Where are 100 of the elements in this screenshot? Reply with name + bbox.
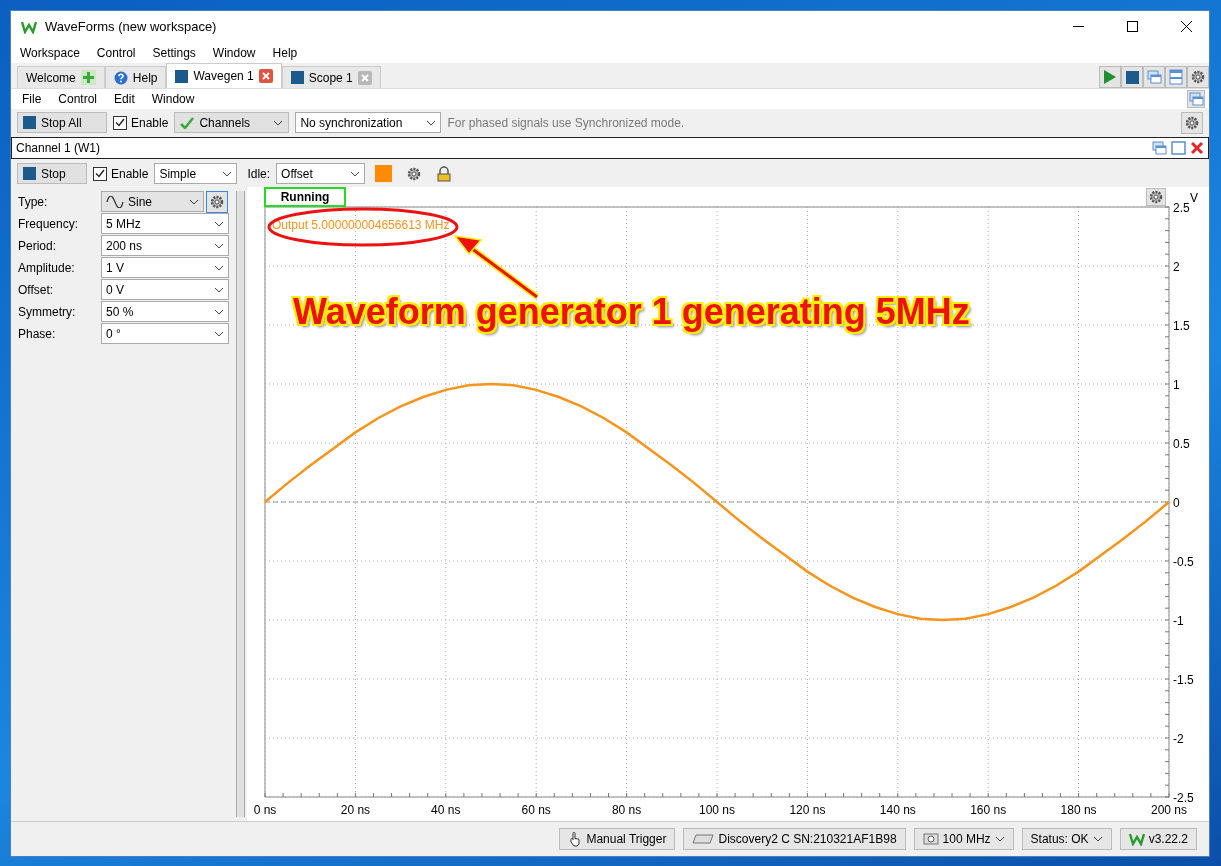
type-dropdown[interactable]: Sine (101, 191, 204, 212)
restore-icon[interactable] (1151, 140, 1167, 156)
logo-icon (1128, 832, 1145, 846)
enable-checkbox[interactable]: Enable (113, 115, 169, 130)
param-label: Amplitude: (18, 260, 76, 275)
caret-icon (214, 330, 224, 337)
value-dropdown[interactable]: 50 % (101, 301, 229, 322)
y-tick-label: -1 (1173, 614, 1184, 628)
value-dropdown[interactable]: 0 ° (101, 323, 229, 344)
play-button[interactable] (1099, 66, 1121, 88)
x-tick-label: 160 ns (970, 803, 1007, 817)
x-tick-label: 200 ns (1151, 803, 1187, 817)
idle-label: Idle: (247, 166, 271, 181)
x-tick-label: 60 ns (521, 803, 551, 817)
menu-item[interactable]: Window (151, 92, 195, 106)
sync-hint: For phased signals use Synchronized mode. (447, 115, 686, 130)
x-tick-label: 140 ns (879, 803, 916, 817)
menu-item[interactable]: Edit (114, 92, 135, 106)
idle-dropdown[interactable]: Offset (276, 163, 366, 184)
checkmark-icon (115, 118, 125, 127)
param-label: Symmetry: (18, 304, 77, 319)
tile-button[interactable] (1165, 66, 1187, 88)
settings-button[interactable] (1181, 111, 1203, 134)
y-axis-unit: V (1190, 191, 1198, 205)
value-dropdown[interactable]: 200 ns (101, 235, 229, 256)
tab[interactable]: Help (104, 66, 167, 88)
clock-icon (922, 832, 939, 846)
stop-button[interactable]: Stop (17, 163, 87, 184)
settings-button[interactable] (1187, 66, 1209, 88)
enable-checkbox[interactable]: Enable (93, 166, 149, 181)
caret-icon (214, 242, 224, 249)
caret-icon (214, 220, 224, 227)
status-button[interactable]: v3.22.2 (1119, 828, 1197, 850)
x-tick-label: 100 ns (699, 803, 735, 817)
sync-dropdown[interactable]: No synchronization (295, 112, 442, 133)
param-label: Period: (18, 238, 58, 253)
settings-button[interactable] (206, 190, 228, 213)
value-dropdown[interactable]: 5 MHz (101, 213, 229, 234)
status-button[interactable]: Discovery2 C SN:210321AF1B98 (683, 828, 906, 850)
caret-icon (994, 836, 1005, 842)
channel-title: Channel 1 (W1) (16, 141, 102, 155)
y-tick-label: 2.5 (1173, 201, 1190, 215)
square-icon (290, 71, 304, 84)
menu-item[interactable]: Workspace (20, 45, 80, 60)
cascade-button[interactable] (1143, 66, 1165, 88)
splitter[interactable] (236, 191, 245, 817)
caret-icon (273, 119, 284, 126)
caret-icon (426, 119, 437, 126)
settings-button[interactable] (1146, 188, 1166, 206)
menu-item[interactable]: Settings (152, 45, 196, 60)
y-tick-label: 0 (1173, 496, 1180, 510)
stop-button[interactable] (1121, 66, 1143, 88)
status-button[interactable]: 100 MHz (913, 828, 1014, 850)
menu-item[interactable]: File (22, 92, 42, 106)
run-status: Running (264, 187, 346, 207)
close-icon[interactable] (357, 70, 372, 85)
menu-item[interactable]: Window (212, 45, 256, 60)
x-tick-label: 20 ns (340, 803, 371, 817)
lock-icon[interactable] (436, 165, 453, 182)
channels-dropdown[interactable]: Channels (174, 112, 290, 133)
menu-item[interactable]: Help (272, 45, 298, 60)
close-icon[interactable] (1190, 141, 1204, 155)
param-label: Frequency: (18, 216, 80, 231)
checkmark-icon (180, 116, 195, 129)
stop-all-button[interactable]: Stop All (17, 112, 107, 133)
square-icon (1125, 70, 1139, 84)
param-label: Type: (18, 194, 49, 209)
tab[interactable]: Welcome (17, 66, 105, 88)
gear-icon (1148, 189, 1164, 205)
menu-item[interactable]: Control (96, 45, 136, 60)
y-tick-label: -2 (1173, 732, 1184, 746)
color-swatch[interactable] (375, 165, 393, 182)
checkmark-icon (95, 169, 105, 178)
close-icon[interactable] (258, 69, 273, 83)
y-tick-label: -0.5 (1173, 555, 1194, 569)
menu-item[interactable]: Control (58, 92, 98, 106)
value-dropdown[interactable]: 0 V (101, 279, 229, 300)
minimize-icon (1072, 25, 1084, 28)
window-button[interactable] (1187, 90, 1205, 108)
value-dropdown[interactable]: 1 V (101, 257, 229, 278)
hand-icon (568, 831, 583, 847)
tab[interactable]: Wavegen 1 (166, 63, 282, 88)
help-icon (113, 70, 128, 85)
y-tick-label: -2.5 (1173, 791, 1194, 805)
x-tick-label: 120 ns (789, 803, 826, 817)
tab[interactable]: Scope 1 (281, 66, 381, 88)
mode-dropdown[interactable]: Simple (154, 163, 238, 184)
caret-icon (350, 170, 361, 177)
maximize-icon[interactable] (1171, 141, 1186, 155)
split-window-icon (1169, 69, 1183, 85)
window-icon (1146, 69, 1162, 85)
status-button[interactable]: Status: OK (1021, 828, 1112, 850)
caret-icon (214, 264, 224, 271)
square-icon (23, 167, 36, 180)
square-icon (175, 69, 189, 83)
caret-icon (222, 170, 233, 177)
plus-icon[interactable] (80, 70, 96, 85)
status-button[interactable]: Manual Trigger (559, 828, 676, 850)
gear-icon (209, 193, 225, 210)
caret-icon (189, 198, 199, 205)
